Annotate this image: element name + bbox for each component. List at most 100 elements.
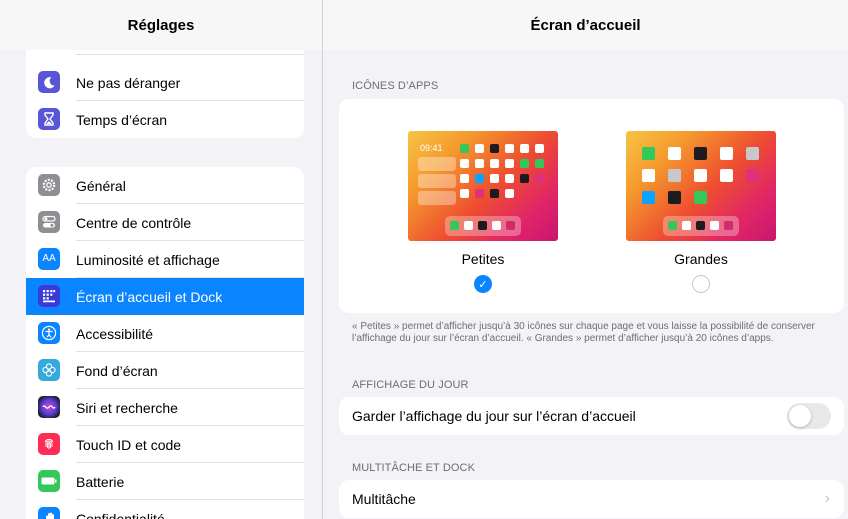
preview-app-square xyxy=(668,169,681,182)
preview-app-square xyxy=(642,191,655,204)
option-large-radio[interactable] xyxy=(692,275,710,293)
preview-app-square xyxy=(520,159,529,168)
fingerprint-icon xyxy=(38,433,60,455)
sidebar-item-general[interactable]: Général xyxy=(26,167,304,204)
sidebar-item-label: Batterie xyxy=(76,473,125,490)
preview-time: 09:41 xyxy=(420,143,443,153)
preview-app-square xyxy=(520,174,529,183)
preview-app-square xyxy=(535,159,544,168)
multitask-row[interactable]: Multitâche › xyxy=(339,480,844,518)
preview-app-square xyxy=(460,144,469,153)
preview-app-square xyxy=(490,144,499,153)
preview-app-square xyxy=(535,144,544,153)
preview-app-square xyxy=(668,191,681,204)
keep-today-label: Garder l’affichage du jour sur l’écran d… xyxy=(352,408,636,424)
sidebar-item-temps-ecran[interactable]: Temps d’écran xyxy=(26,101,304,138)
siri-icon xyxy=(38,396,60,418)
preview-small[interactable]: 09:41 xyxy=(408,131,558,241)
sidebar-item-label: Siri et recherche xyxy=(76,399,178,416)
preview-app-square xyxy=(460,189,469,198)
preview-app-square xyxy=(475,189,484,198)
icons-footnote: « Petites » permet d’afficher jusqu’à 30… xyxy=(352,321,815,344)
preview-app-square xyxy=(746,147,759,160)
section-header-affichage-jour: AFFICHAGE DU JOUR xyxy=(352,379,469,391)
section-header-multitache: MULTITÂCHE ET DOCK xyxy=(352,462,476,474)
preview-app-square xyxy=(490,189,499,198)
preview-app-square xyxy=(720,147,733,160)
sidebar-item-label: Accessibilité xyxy=(76,325,154,342)
separator xyxy=(76,54,304,55)
sidebar-item-centre-controle[interactable]: Centre de contrôle xyxy=(26,204,304,241)
icons-size-card: 09:41 Petites ✓ Grandes xyxy=(339,99,844,313)
option-small-label: Petites xyxy=(461,251,505,267)
preview-app-square xyxy=(475,144,484,153)
preview-app-square xyxy=(535,174,544,183)
sidebar-item-label: Confidentialité xyxy=(76,510,165,519)
app-grid-icon xyxy=(38,285,60,307)
preview-app-square xyxy=(694,191,707,204)
preview-app-square xyxy=(460,174,469,183)
keep-today-row: Garder l’affichage du jour sur l’écran d… xyxy=(339,397,844,435)
sidebar-item-luminosite[interactable]: AA Luminosité et affichage xyxy=(26,241,304,278)
sidebar: Réglages Ne pas déranger Temps d’écran G… xyxy=(0,0,323,519)
battery-icon xyxy=(38,470,60,492)
sidebar-item-siri[interactable]: Siri et recherche xyxy=(26,389,304,426)
sidebar-item-label: Ne pas déranger xyxy=(76,74,181,91)
sidebar-item-label: Centre de contrôle xyxy=(76,214,192,231)
sidebar-item-label: Temps d’écran xyxy=(76,111,168,128)
preview-dock xyxy=(663,216,739,236)
preview-widget xyxy=(418,174,456,188)
keep-today-toggle[interactable] xyxy=(787,403,831,429)
preview-app-square xyxy=(668,147,681,160)
preview-dock xyxy=(445,216,521,236)
preview-app-square xyxy=(694,147,707,160)
preview-app-square xyxy=(505,189,514,198)
preview-app-square xyxy=(475,174,484,183)
page-title: Écran d’accueil xyxy=(323,0,848,50)
preview-widget xyxy=(418,191,456,205)
preview-app-square xyxy=(490,159,499,168)
chevron-right-icon: › xyxy=(824,490,830,507)
flower-icon xyxy=(38,359,60,381)
sidebar-item-confidentialite[interactable]: Confidentialité xyxy=(26,500,304,519)
gear-icon xyxy=(38,174,60,196)
sidebar-item-ne-pas-deranger[interactable]: Ne pas déranger xyxy=(26,64,304,101)
preview-widget xyxy=(418,157,456,171)
sidebar-item-label: Général xyxy=(76,177,126,194)
preview-app-square xyxy=(460,159,469,168)
text-size-icon: AA xyxy=(38,248,60,270)
option-small-radio[interactable]: ✓ xyxy=(474,275,492,293)
preview-large[interactable] xyxy=(626,131,776,241)
main-pane: Écran d’accueil ICÔNES D’APPS 09:41 Peti… xyxy=(323,0,848,519)
preview-app-square xyxy=(694,169,707,182)
preview-app-square xyxy=(490,174,499,183)
preview-app-square xyxy=(642,169,655,182)
checkmark-icon: ✓ xyxy=(478,278,488,291)
toggle-knob xyxy=(789,405,811,427)
preview-app-square xyxy=(746,169,759,182)
hourglass-icon xyxy=(38,108,60,130)
sidebar-item-ecran-accueil-dock[interactable]: Écran d’accueil et Dock xyxy=(26,278,304,315)
sidebar-item-label: Touch ID et code xyxy=(76,436,182,453)
preview-app-square xyxy=(505,174,514,183)
preview-app-square xyxy=(720,169,733,182)
preview-app-square xyxy=(505,144,514,153)
sidebar-group-2: Général Centre de contrôle AA Luminosité… xyxy=(26,167,304,519)
toggles-icon xyxy=(38,211,60,233)
sidebar-title: Réglages xyxy=(0,0,322,50)
preview-app-square xyxy=(475,159,484,168)
sidebar-item-accessibilite[interactable]: Accessibilité xyxy=(26,315,304,352)
sidebar-item-label: Écran d’accueil et Dock xyxy=(76,288,223,305)
accessibility-icon xyxy=(38,322,60,344)
preview-app-square xyxy=(520,144,529,153)
preview-app-square xyxy=(642,147,655,160)
sidebar-item-touch-id[interactable]: Touch ID et code xyxy=(26,426,304,463)
sidebar-item-label: Luminosité et affichage xyxy=(76,251,220,268)
sidebar-item-label: Fond d’écran xyxy=(76,362,158,379)
preview-app-square xyxy=(505,159,514,168)
moon-icon xyxy=(38,71,60,93)
sidebar-item-fond-ecran[interactable]: Fond d’écran xyxy=(26,352,304,389)
option-large-label: Grandes xyxy=(674,251,728,267)
sidebar-item-batterie[interactable]: Batterie xyxy=(26,463,304,500)
multitask-label: Multitâche xyxy=(352,491,416,507)
